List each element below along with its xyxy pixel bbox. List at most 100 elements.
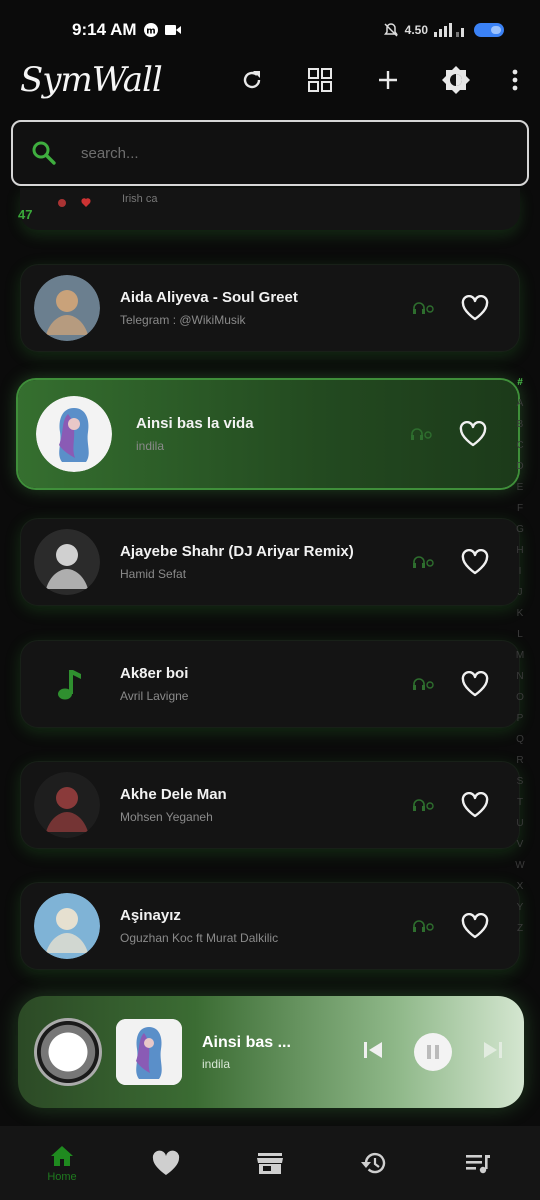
favorite-button[interactable]: [460, 790, 490, 820]
song-info: Ajayebe Shahr (DJ Ariyar Remix) Hamid Sef…: [120, 543, 412, 581]
partial-icons: [58, 198, 91, 207]
song-title: Aida Aliyeva - Soul Greet: [120, 289, 298, 306]
song-artist: Oguzhan Koc ft Murat Dalkilic: [120, 931, 279, 945]
play-count-indicator: [412, 301, 434, 315]
nav-item-heart[interactable]: [131, 1150, 201, 1176]
alphabet-letter[interactable]: U: [516, 813, 523, 834]
song-title: Akhe Dele Man: [120, 786, 227, 803]
alphabet-letter[interactable]: R: [516, 750, 523, 771]
pause-button[interactable]: [414, 1033, 452, 1071]
now-playing-info: Ainsi bas ... indila: [202, 1034, 312, 1071]
alphabet-letter[interactable]: Y: [517, 897, 524, 918]
album-art-icon: [36, 396, 112, 472]
alphabet-letter[interactable]: Z: [517, 918, 523, 939]
alphabet-letter[interactable]: K: [517, 603, 524, 624]
song-title: Ak8er boi: [120, 665, 189, 682]
alphabet-letter[interactable]: P: [517, 708, 524, 729]
search-icon: [32, 141, 56, 165]
heart-outline-icon: [461, 295, 489, 321]
favorite-button[interactable]: [460, 911, 490, 941]
nav-label: Home: [47, 1170, 77, 1183]
now-playing-artwork: [116, 1019, 182, 1085]
nav-item-home[interactable]: Home: [27, 1144, 97, 1183]
alphabet-letter[interactable]: #: [517, 372, 523, 393]
alphabet-letter[interactable]: T: [517, 792, 523, 813]
alphabet-letter[interactable]: Q: [516, 729, 524, 750]
alphabet-letter[interactable]: W: [515, 855, 524, 876]
song-card[interactable]: Ak8er boi Avril Lavigne: [20, 640, 520, 728]
favorite-button[interactable]: [460, 669, 490, 699]
alphabet-letter[interactable]: I: [519, 561, 522, 582]
song-card[interactable]: Akhe Dele Man Mohsen Yeganeh: [20, 761, 520, 849]
previous-button[interactable]: [362, 1040, 384, 1065]
now-playing-artist: indila: [202, 1056, 231, 1071]
player-controls: [362, 1033, 504, 1071]
nav-item-queue[interactable]: [443, 1151, 513, 1175]
headphones-icon: [413, 302, 434, 314]
play-count-indicator: [410, 427, 432, 441]
heart-outline-icon: [461, 913, 489, 939]
alphabet-letter[interactable]: L: [517, 624, 523, 645]
alphabet-letter[interactable]: G: [516, 519, 524, 540]
alphabet-letter[interactable]: A: [517, 393, 524, 414]
heart-outline-icon: [461, 671, 489, 697]
song-artwork: [34, 893, 100, 959]
alphabet-index[interactable]: # A B C D E F G H I J K L M N O P Q R S T U V W X Y Z: [512, 372, 528, 939]
history-icon: [361, 1152, 386, 1174]
music-note-icon: [58, 670, 81, 700]
album-photo-icon: [34, 772, 100, 838]
alphabet-letter[interactable]: M: [516, 645, 524, 666]
alphabet-letter[interactable]: H: [516, 540, 523, 561]
song-card[interactable]: Aşinayız Oguzhan Koc ft Murat Dalkilic: [20, 882, 520, 970]
alphabet-letter[interactable]: C: [516, 435, 523, 456]
now-playing-title: Ainsi bas ...: [202, 1033, 291, 1051]
mini-player[interactable]: Ainsi bas ... indila: [18, 996, 524, 1108]
song-title: Aşinayız: [120, 907, 181, 924]
song-artist: indila: [136, 439, 165, 453]
song-info: Aida Aliyeva - Soul Greet Telegram : @Wik…: [120, 289, 412, 327]
favorite-button[interactable]: [460, 293, 490, 323]
vinyl-disc: [34, 1018, 102, 1086]
alphabet-letter[interactable]: E: [517, 477, 524, 498]
play-count-indicator: [412, 555, 434, 569]
song-card[interactable]: Ainsi bas la vida indila: [18, 380, 518, 488]
headphones-icon: [413, 678, 434, 690]
alphabet-letter[interactable]: J: [518, 582, 523, 603]
song-artist: Telegram : @WikiMusik: [120, 313, 246, 327]
nav-item-history[interactable]: [339, 1150, 409, 1176]
song-artwork: [34, 529, 100, 595]
favorite-button[interactable]: [460, 547, 490, 577]
heart-outline-icon: [461, 792, 489, 818]
alphabet-letter[interactable]: S: [517, 771, 524, 792]
play-count-indicator: [412, 798, 434, 812]
song-artist: Mohsen Yeganeh: [120, 810, 213, 824]
song-artwork: [36, 396, 112, 472]
alphabet-letter[interactable]: X: [517, 876, 524, 897]
nav-item-store[interactable]: [235, 1151, 305, 1175]
album-art-icon: [116, 1019, 182, 1085]
song-card[interactable]: Aida Aliyeva - Soul Greet Telegram : @Wik…: [20, 264, 520, 352]
store-icon: [257, 1153, 283, 1174]
skip-next-icon: [484, 1041, 502, 1058]
headphones-icon: [413, 556, 434, 568]
next-button[interactable]: [482, 1040, 504, 1065]
favorite-button[interactable]: [458, 419, 488, 449]
alphabet-letter[interactable]: O: [516, 687, 524, 708]
album-photo-icon: [34, 893, 100, 959]
alphabet-letter[interactable]: B: [517, 414, 524, 435]
partial-song-card[interactable]: [20, 188, 520, 230]
queue-music-icon: [466, 1155, 490, 1174]
home-icon: [51, 1145, 73, 1166]
alphabet-letter[interactable]: V: [517, 834, 524, 855]
bottom-navigation: Home: [0, 1126, 540, 1200]
song-title: Ajayebe Shahr (DJ Ariyar Remix): [120, 543, 354, 560]
headphones-icon: [413, 799, 434, 811]
search-bar[interactable]: [11, 120, 529, 186]
search-input[interactable]: [81, 144, 461, 162]
alphabet-letter[interactable]: F: [517, 498, 523, 519]
song-card[interactable]: Ajayebe Shahr (DJ Ariyar Remix) Hamid Sef…: [20, 518, 520, 606]
alphabet-letter[interactable]: D: [516, 456, 523, 477]
alphabet-letter[interactable]: N: [516, 666, 523, 687]
song-info: Ainsi bas la vida indila: [136, 415, 410, 453]
song-title: Ainsi bas la vida: [136, 415, 254, 432]
